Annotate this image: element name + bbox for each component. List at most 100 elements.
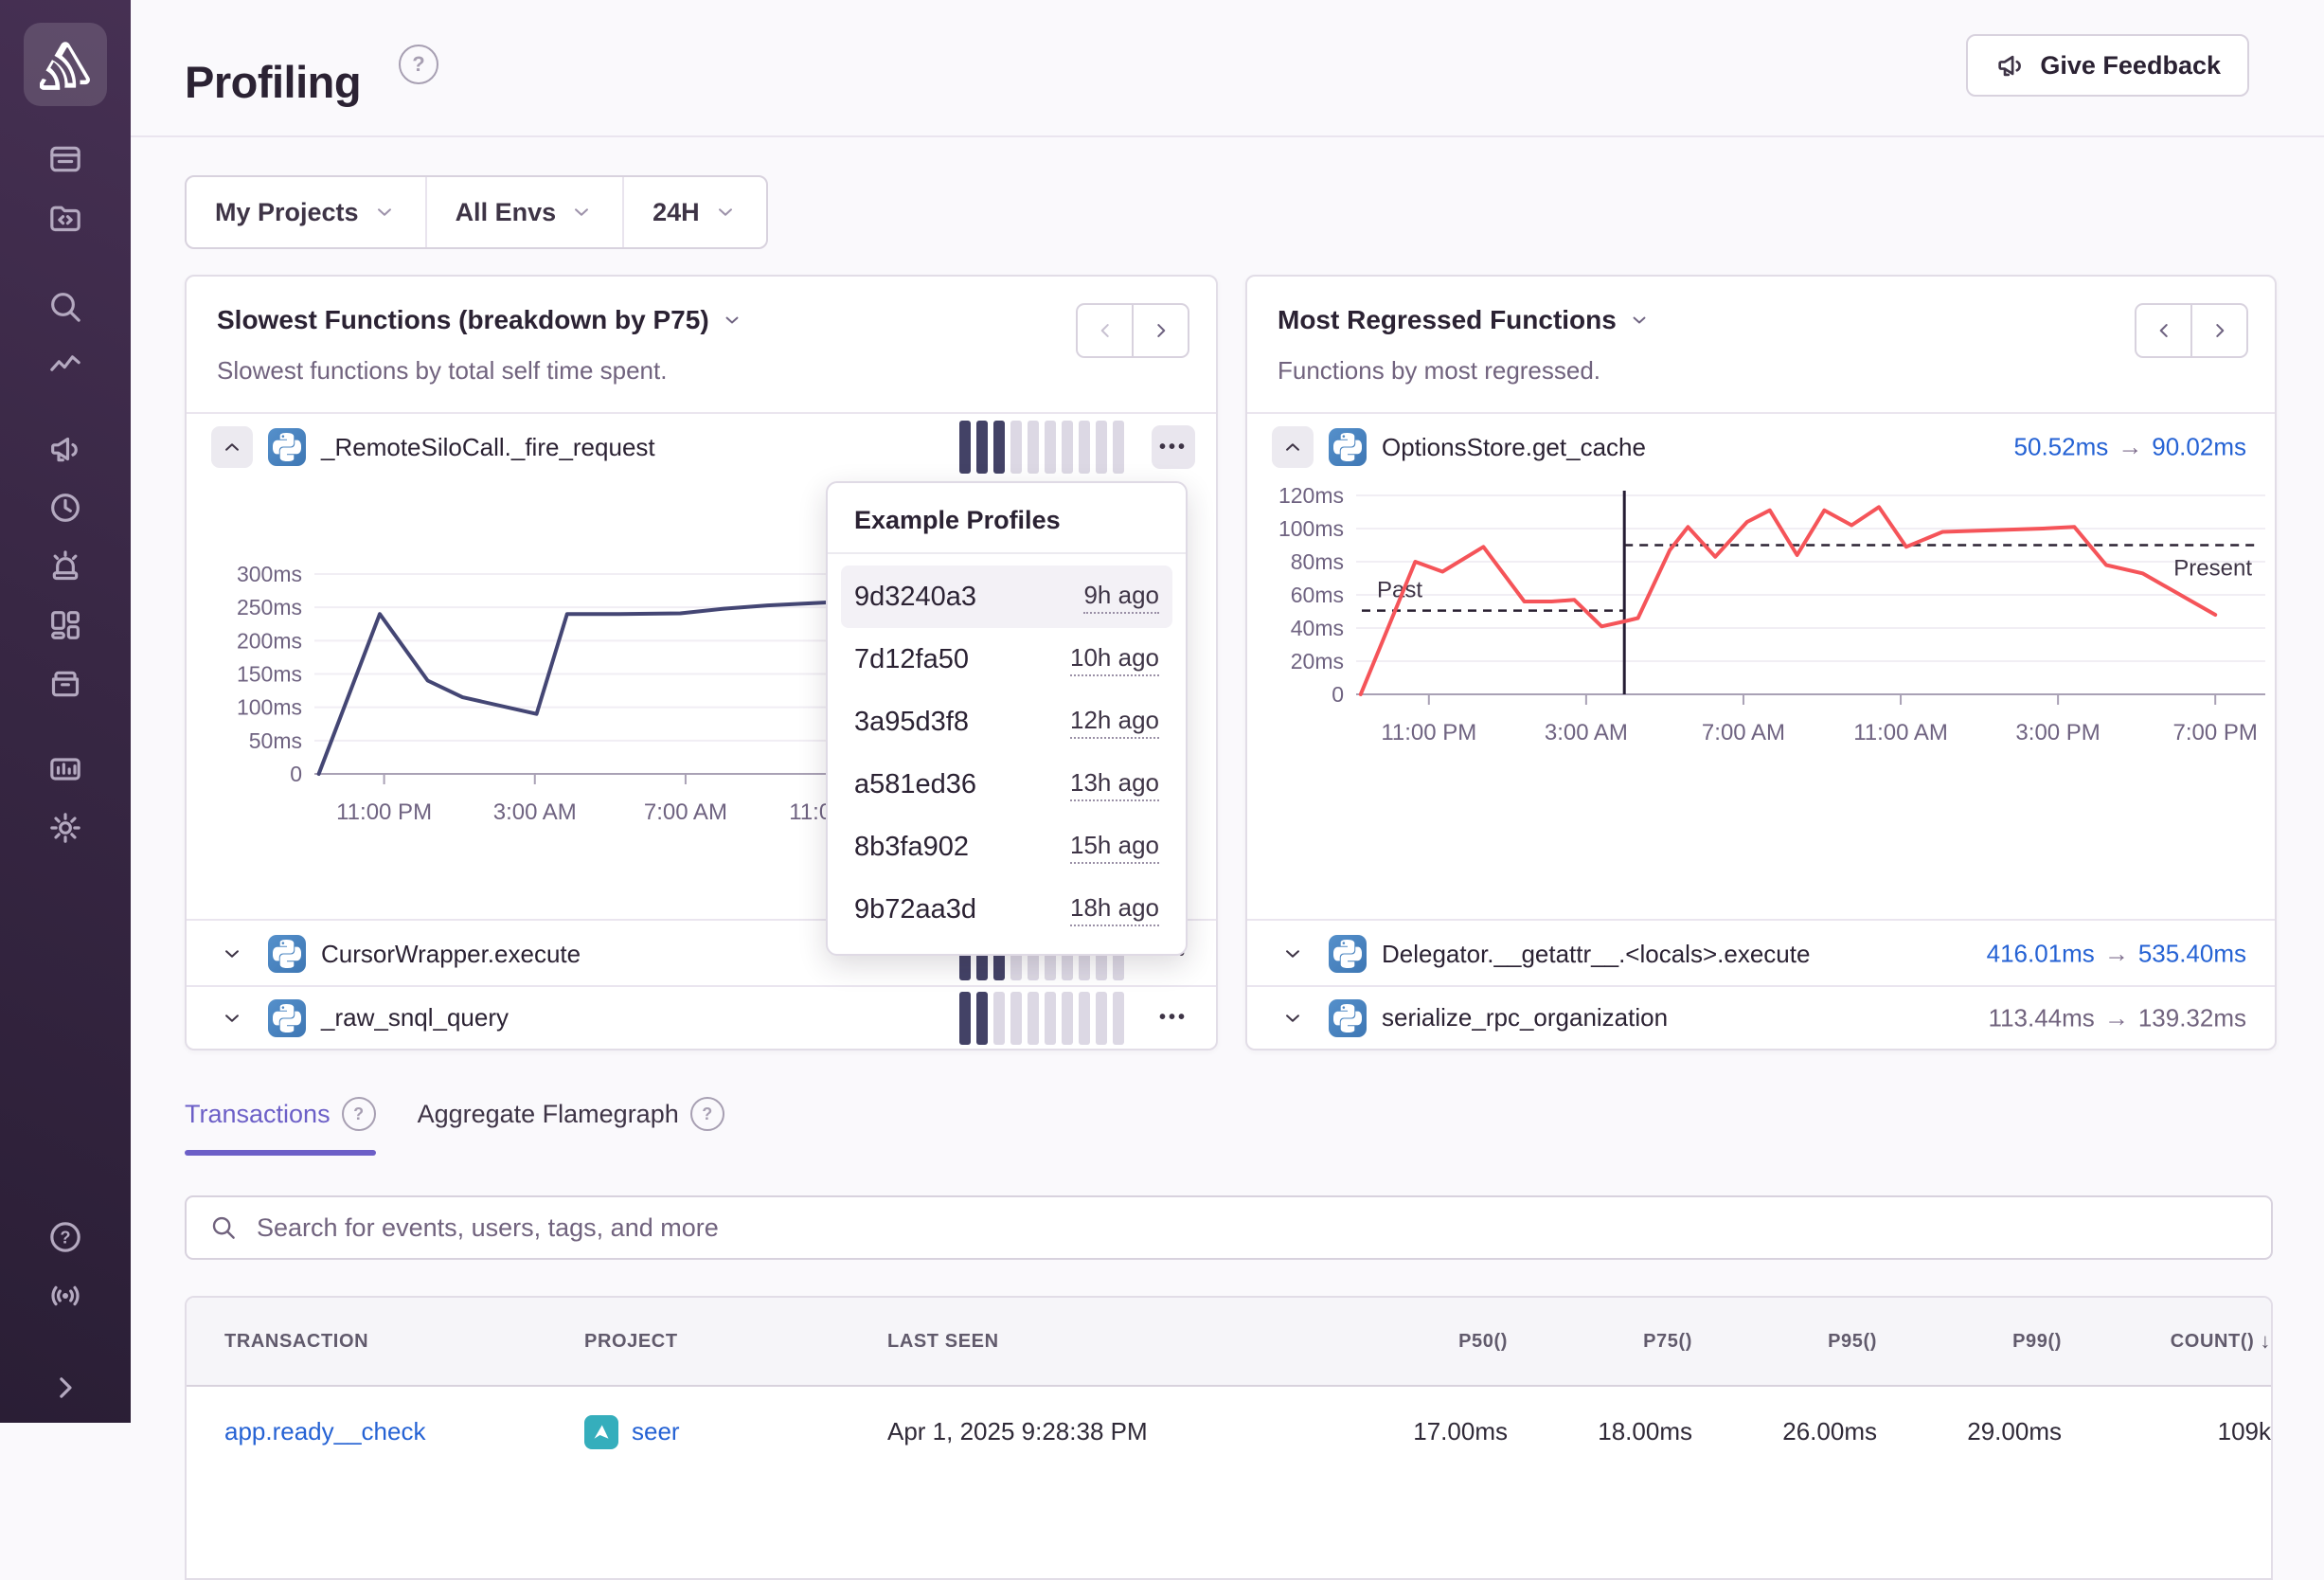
help-icon[interactable]: ? [46,1218,84,1256]
expand-row-button[interactable] [1272,997,1314,1039]
regression-values: 113.44ms→139.32ms [1989,1003,2246,1032]
page-help-icon[interactable]: ? [399,45,438,84]
svg-text:3:00 AM: 3:00 AM [493,799,577,825]
profile-item[interactable]: 7d12fa50 10h ago [841,628,1172,691]
profile-id[interactable]: 7d12fa50 [854,644,969,675]
column-header-p50[interactable]: P50() [1332,1331,1508,1353]
example-profiles-dropdown: Example Profiles 9d3240a39h ago7d12fa501… [826,481,1188,956]
prev-page-button[interactable] [2135,303,2191,358]
svg-text:?: ? [60,1227,70,1247]
profile-id[interactable]: 9b72aa3d [854,894,976,925]
alerts-icon[interactable] [46,548,84,585]
profile-age-link[interactable]: 10h ago [1070,643,1159,676]
p75-cell: 18.00ms [1508,1417,1692,1446]
prev-page-button[interactable] [1076,303,1133,358]
svg-text:11:00 PM: 11:00 PM [1381,720,1476,745]
column-header-p75[interactable]: P75() [1508,1331,1692,1353]
tab-aggregate-flamegraph[interactable]: Aggregate Flamegraph ? [418,1097,724,1156]
profile-item[interactable]: 9b72aa3d 18h ago [841,878,1172,941]
feedback-icon[interactable] [46,430,84,468]
before-value[interactable]: 416.01ms [1987,940,2095,968]
p99-cell: 29.00ms [1877,1417,2062,1446]
sidebar-expand-icon[interactable] [46,1369,84,1407]
profile-age-link[interactable]: 12h ago [1070,706,1159,739]
most-regressed-panel: Most Regressed Functions Functions by mo… [1245,275,2277,1050]
svg-text:40ms: 40ms [1291,616,1344,640]
profile-id[interactable]: 8b3fa902 [854,832,969,863]
next-page-button[interactable] [2191,303,2248,358]
replays-icon[interactable] [46,489,84,527]
profile-item[interactable]: a581ed36 13h ago [841,753,1172,816]
profile-id[interactable]: 3a95d3f8 [854,707,969,738]
next-page-button[interactable] [1133,303,1189,358]
function-name: _raw_snql_query [321,1003,509,1032]
column-header-p95[interactable]: P95() [1692,1331,1877,1353]
last-seen-cell: Apr 1, 2025 9:28:38 PM [887,1417,1332,1446]
column-header-p99[interactable]: P99() [1877,1331,2062,1353]
dropdown-list: 9d3240a3 9h ago 7d12fa50 10h ago 3a95d3f8 12h… [828,554,1186,954]
project-seer-icon [584,1415,618,1449]
chevron-down-icon [1280,1006,1305,1031]
projects-icon[interactable] [46,199,84,237]
profile-bar [976,992,988,1045]
sidebar: ? [0,0,131,1423]
profile-age-link[interactable]: 13h ago [1070,768,1159,801]
tab-help-icon[interactable]: ? [342,1097,376,1131]
search-bar [185,1195,2273,1260]
column-header-project[interactable]: PROJECT [584,1331,887,1353]
expand-row-button[interactable] [211,997,253,1039]
most-regressed-title[interactable]: Most Regressed Functions [1278,305,1651,335]
profile-age-link[interactable]: 9h ago [1083,581,1159,614]
stats-icon[interactable] [46,750,84,788]
svg-text:0: 0 [1332,682,1344,707]
profile-bar [1028,992,1039,1045]
profile-item[interactable]: 9d3240a3 9h ago [841,566,1172,628]
give-feedback-button[interactable]: Give Feedback [1966,34,2249,97]
profile-bar [1062,992,1073,1045]
profile-bars [959,992,1124,1045]
search-icon [209,1213,238,1242]
column-header-transaction[interactable]: TRANSACTION [187,1331,584,1353]
date-range-filter[interactable]: 24H [622,177,766,247]
tab-transactions[interactable]: Transactions ? [185,1097,376,1156]
profile-id[interactable]: a581ed36 [854,769,976,800]
column-header-last-seen[interactable]: LAST SEEN [887,1331,1332,1353]
transaction-link[interactable]: app.ready__check [187,1417,584,1446]
expand-row-button[interactable] [211,933,253,975]
expand-row-button[interactable] [1272,933,1314,975]
python-icon [268,999,306,1037]
count-cell: 109k [2062,1417,2271,1446]
after-value[interactable]: 535.40ms [2138,940,2246,968]
releases-icon[interactable] [46,665,84,703]
dashboards-icon[interactable] [46,606,84,644]
svg-text:100ms: 100ms [1278,516,1344,541]
search-input[interactable] [255,1212,2271,1244]
profile-item[interactable]: 8b3fa902 15h ago [841,816,1172,878]
profile-age-link[interactable]: 18h ago [1070,893,1159,926]
environment-filter-label: All Envs [456,198,557,227]
issues-icon[interactable] [46,140,84,178]
column-header-count[interactable]: COUNT() ↓ [2062,1329,2271,1354]
profile-age-link[interactable]: 15h ago [1070,831,1159,864]
tab-help-icon[interactable]: ? [690,1097,724,1131]
performance-icon[interactable] [46,347,84,385]
environment-filter[interactable]: All Envs [425,177,623,247]
sentry-logo[interactable] [24,23,107,106]
svg-text:7:00 AM: 7:00 AM [644,799,727,825]
profile-id[interactable]: 9d3240a3 [854,582,976,613]
slowest-functions-title[interactable]: Slowest Functions (breakdown by P75) [217,305,743,335]
svg-text:Present: Present [2173,555,2252,581]
row-actions-button[interactable]: ••• [1152,996,1195,1040]
settings-icon[interactable] [46,809,84,847]
chevron-left-icon [2152,318,2176,343]
svg-text:50ms: 50ms [249,728,302,753]
profile-bar [1113,992,1124,1045]
project-filter[interactable]: My Projects [187,177,425,247]
svg-text:200ms: 200ms [237,628,302,653]
slowest-pager [1076,303,1189,358]
search-icon[interactable] [46,288,84,326]
profile-item[interactable]: 3a95d3f8 12h ago [841,691,1172,753]
table-row: app.ready__check seer Apr 1, 2025 9:28:3… [187,1387,2271,1477]
project-cell[interactable]: seer [584,1415,887,1449]
broadcast-icon[interactable] [46,1277,84,1315]
